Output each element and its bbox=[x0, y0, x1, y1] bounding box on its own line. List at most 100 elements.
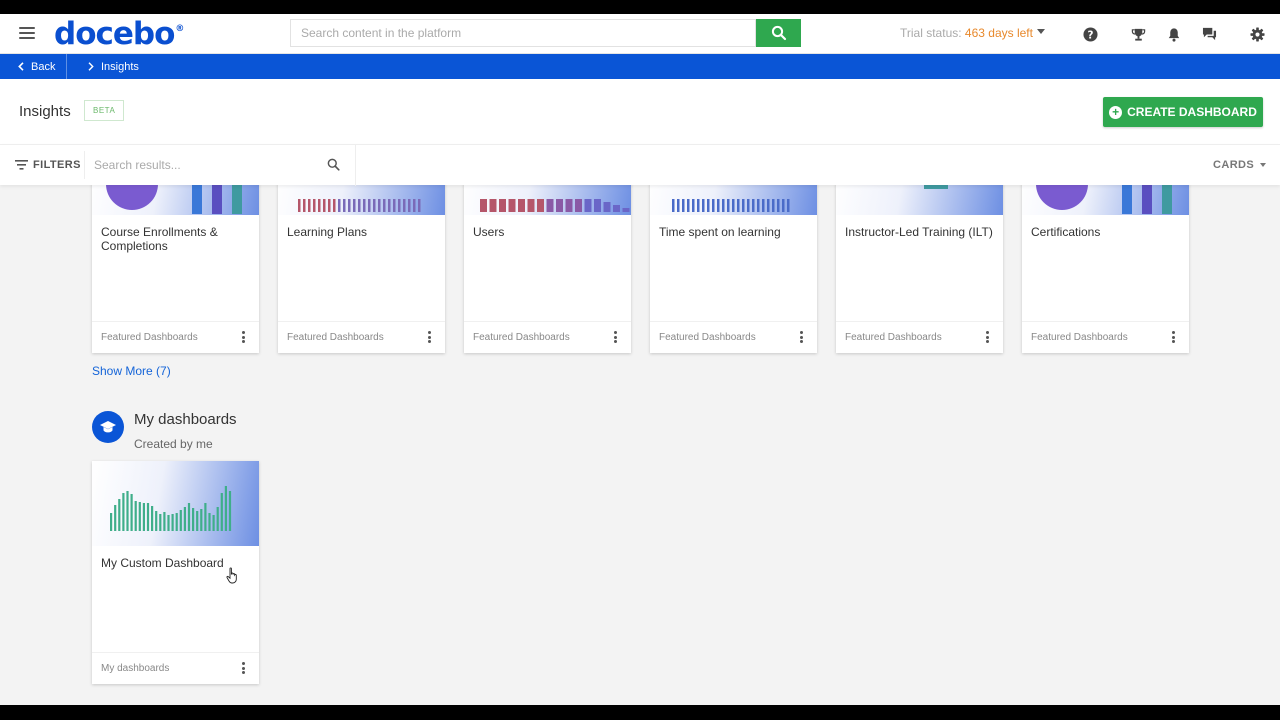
thumbnail-bar bbox=[343, 199, 346, 212]
view-mode-dropdown[interactable]: CARDS bbox=[1213, 159, 1267, 171]
thumbnail-bar bbox=[418, 199, 421, 212]
chevron-right-icon bbox=[88, 62, 94, 71]
platform-search bbox=[290, 19, 756, 47]
thumbnail-bar bbox=[489, 199, 497, 212]
thumbnail-bar bbox=[403, 199, 406, 212]
platform-search-input[interactable] bbox=[291, 20, 755, 46]
thumbnail-bar bbox=[787, 199, 790, 212]
thumbnail-bar bbox=[138, 502, 141, 531]
thumbnail-bar bbox=[323, 199, 326, 212]
card-category: Featured Dashboards bbox=[473, 332, 570, 343]
thumbnail-bar bbox=[196, 511, 199, 531]
card-footer: Featured Dashboards bbox=[278, 321, 445, 353]
top-navbar: docebo® Trial status: 463 days left ? bbox=[0, 14, 1280, 54]
thumbnail-bar bbox=[584, 199, 592, 212]
view-mode-label: CARDS bbox=[1213, 159, 1255, 171]
thumbnail-bar bbox=[747, 199, 750, 212]
gear-icon[interactable] bbox=[1248, 25, 1266, 43]
thumbnail-bar bbox=[702, 199, 705, 212]
show-more-link[interactable]: Show More (7) bbox=[92, 364, 171, 378]
thumbnail-bar bbox=[114, 505, 117, 531]
graduation-cap-icon bbox=[92, 411, 124, 443]
thumbnail-bar bbox=[707, 199, 710, 212]
more-options-icon[interactable] bbox=[613, 331, 617, 343]
thumbnail-bar bbox=[220, 493, 223, 531]
thumbnail-bar bbox=[772, 199, 775, 212]
thumbnail-bar bbox=[126, 491, 129, 531]
card-category: Featured Dashboards bbox=[1031, 332, 1128, 343]
thumbnail-bar bbox=[594, 199, 601, 212]
hamburger-icon[interactable] bbox=[19, 27, 35, 39]
thumbnail-bar bbox=[737, 199, 740, 212]
card-title: Learning Plans bbox=[287, 225, 368, 239]
thumbnail-bar bbox=[692, 199, 695, 212]
thumbnail-bar bbox=[687, 199, 690, 212]
search-button[interactable] bbox=[756, 19, 801, 47]
results-search-input[interactable]: Search results... bbox=[94, 158, 181, 172]
thumbnail-bar bbox=[298, 199, 301, 212]
trial-days: 463 days left bbox=[964, 26, 1033, 40]
breadcrumb-bar: Back Insights bbox=[0, 54, 1280, 79]
thumbnail-bar bbox=[216, 507, 219, 531]
card-footer: Featured Dashboards bbox=[464, 321, 631, 353]
thumbnail-bar bbox=[782, 199, 785, 212]
thumbnail-bar bbox=[163, 512, 166, 531]
svg-text:?: ? bbox=[1087, 29, 1093, 41]
filters-label: FILTERS bbox=[33, 159, 81, 171]
thumbnail-bar bbox=[383, 199, 386, 212]
create-dashboard-label: CREATE DASHBOARD bbox=[1127, 105, 1257, 119]
thumbnail-bar bbox=[556, 199, 563, 212]
thumbnail-bar bbox=[378, 199, 381, 212]
more-options-icon[interactable] bbox=[799, 331, 803, 343]
more-options-icon[interactable] bbox=[427, 331, 431, 343]
filters-button[interactable]: FILTERS bbox=[15, 159, 81, 171]
thumbnail-bar bbox=[303, 199, 306, 212]
plus-circle-icon: + bbox=[1109, 105, 1123, 119]
thumbnail-bar bbox=[393, 199, 396, 212]
thumbnail-bar bbox=[546, 199, 554, 212]
trial-status[interactable]: Trial status: 463 days left bbox=[900, 26, 1045, 40]
thumbnail-bar bbox=[363, 199, 366, 212]
more-options-icon[interactable] bbox=[241, 331, 245, 343]
chevron-down-icon bbox=[1260, 163, 1267, 167]
thumbnail-bar bbox=[682, 199, 685, 212]
thumbnail-bar bbox=[130, 494, 133, 531]
search-icon[interactable] bbox=[327, 158, 340, 176]
more-options-icon[interactable] bbox=[985, 331, 989, 343]
thumbnail-bar bbox=[187, 503, 191, 531]
card-title: Certifications bbox=[1031, 225, 1101, 239]
thumbnail-bar bbox=[208, 513, 211, 531]
trial-label: Trial status: bbox=[900, 26, 962, 40]
divider bbox=[84, 151, 85, 179]
card-footer: Featured Dashboards bbox=[1022, 321, 1189, 353]
thumbnail-bar bbox=[200, 509, 203, 531]
thumbnail-bar bbox=[175, 513, 178, 531]
breadcrumb-label: Insights bbox=[101, 60, 139, 73]
page-header: Insights BETA + CREATE DASHBOARD bbox=[0, 79, 1280, 144]
thumbnail-bar bbox=[499, 199, 506, 212]
bell-icon[interactable] bbox=[1165, 25, 1183, 43]
more-options-icon[interactable] bbox=[1171, 331, 1175, 343]
thumbnail-bar bbox=[480, 199, 487, 212]
thumbnail-bar bbox=[333, 199, 336, 212]
thumbnail-bar bbox=[767, 199, 770, 212]
thumbnail-bar bbox=[727, 199, 730, 212]
trophy-icon[interactable] bbox=[1129, 25, 1147, 43]
card-category: Featured Dashboards bbox=[101, 332, 198, 343]
breadcrumb-current: Insights bbox=[88, 54, 139, 79]
create-dashboard-button[interactable]: + CREATE DASHBOARD bbox=[1103, 97, 1263, 127]
help-icon[interactable]: ? bbox=[1081, 25, 1099, 43]
thumbnail-bar bbox=[110, 513, 113, 531]
thumbnail-bar bbox=[348, 199, 351, 212]
thumbnail-bar bbox=[146, 503, 150, 531]
docebo-logo[interactable]: docebo® bbox=[54, 16, 184, 52]
chevron-left-icon bbox=[18, 62, 24, 71]
thumbnail-bar bbox=[353, 199, 356, 212]
section-title: My dashboards bbox=[134, 411, 237, 428]
more-options-icon[interactable] bbox=[241, 662, 245, 674]
back-button[interactable]: Back bbox=[0, 54, 67, 79]
thumbnail-bar bbox=[762, 199, 765, 212]
thumbnail-bar bbox=[575, 199, 582, 212]
thumbnail-bar bbox=[142, 503, 145, 531]
chat-icon[interactable] bbox=[1200, 25, 1218, 43]
